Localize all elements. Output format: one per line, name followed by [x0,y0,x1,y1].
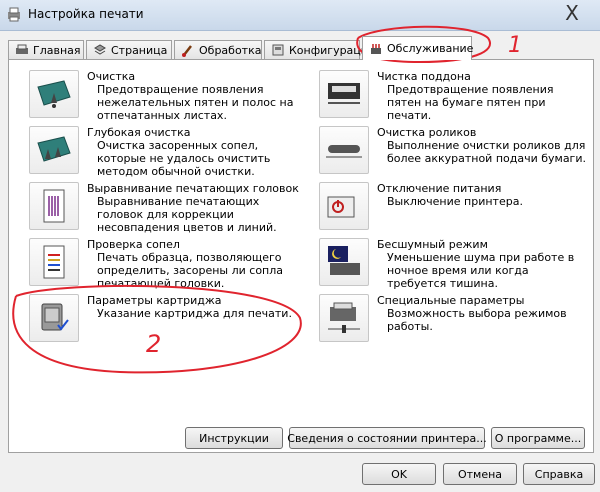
printer-status-button[interactable]: Сведения о состоянии принтера... [287,427,487,449]
tab-maintenance[interactable]: Обслуживание [362,36,474,60]
item-description: Выравнивание печатающих головок для корр… [97,195,277,234]
item-description: Выключение принтера. [387,195,523,208]
power-off-icon [327,196,355,218]
item-description: Печать образца, позволяющего определить,… [97,251,284,290]
cancel-button[interactable]: Отмена [443,463,517,485]
ok-button[interactable]: OK [362,463,436,485]
roller-cleaning-button[interactable] [319,126,369,174]
quiet-mode-button[interactable] [319,238,369,286]
item-title: Очистка [87,70,136,83]
item-description: Очистка засоренных сопел, которые не уда… [97,139,271,178]
close-button[interactable]: X [550,2,594,24]
maintenance-panel: Очистка Предотвращение появления нежелат… [8,59,594,453]
config-tab-icon [272,44,284,56]
item-description: Предотвращение появления пятен на бумаге… [387,83,554,122]
item-description: Предотвращение появления нежелательных п… [97,83,294,122]
tray-cleaning-icon [328,83,360,104]
item-deep-cleaning: Глубокая очистка Очистка засоренных сопе… [29,126,291,178]
custom-settings-icon [328,302,360,333]
item-description: Возможность выбора режимов работы. [387,307,567,333]
tab-page[interactable]: Страница [86,40,172,59]
window-title: Настройка печати [28,7,144,21]
printer-app-icon [8,7,20,22]
item-title: Параметры картриджа [87,294,222,307]
nozzle-check-button[interactable] [29,238,79,286]
power-off-button[interactable] [319,182,369,230]
main-tab-icon [16,44,28,54]
processing-tab-icon [182,45,192,57]
tab-label: Страница [111,43,168,57]
page-tab-icon [94,44,106,55]
cleaning-icon [37,80,71,108]
deep-cleaning-button[interactable] [29,126,79,174]
roller-cleaning-icon [326,145,362,158]
item-tray-cleaning: Чистка поддона Предотвращение появления … [319,70,581,122]
tab-main[interactable]: Главная [8,40,84,59]
item-title: Глубокая очистка [87,126,191,139]
instructions-button[interactable]: Инструкции [185,427,283,449]
cartridge-settings-button[interactable] [29,294,79,342]
about-button[interactable]: О программе... [491,427,585,449]
item-description: Выполнение очистки роликов для более акк… [387,139,586,165]
item-title: Специальные параметры [377,294,525,307]
item-title: Чистка поддона [377,70,471,83]
head-alignment-button[interactable] [29,182,79,230]
item-title: Очистка роликов [377,126,477,139]
help-button[interactable]: Справка [523,463,595,485]
item-head-alignment: Выравнивание печатающих головок Выравнив… [29,182,299,234]
item-quiet-mode: Бесшумный режим Уменьшение шума при рабо… [319,238,581,290]
cartridge-settings-icon [41,303,69,331]
item-description: Уменьшение шума при работе в ночное врем… [387,251,575,290]
item-title: Бесшумный режим [377,238,488,251]
item-title: Отключение питания [377,182,502,195]
item-custom-settings: Специальные параметры Возможность выбора… [319,294,581,346]
item-power-off: Отключение питания Выключение принтера. [319,182,581,234]
item-roller-cleaning: Очистка роликов Выполнение очистки ролик… [319,126,586,178]
tab-strip: Главная Страница Обработка Конфигурации … [8,36,594,60]
tab-label: Обслуживание [387,42,474,55]
tab-label: Главная [33,43,81,57]
custom-settings-button[interactable] [319,294,369,342]
item-nozzle-check: Проверка сопел Печать образца, позволяющ… [29,238,291,290]
tab-config[interactable]: Конфигурации [264,40,375,59]
tab-label: Обработка [199,43,262,57]
tab-processing[interactable]: Обработка [174,40,262,59]
item-cartridge-settings: Параметры картриджа Указание картриджа д… [29,294,292,346]
tray-cleaning-button[interactable] [319,70,369,118]
item-cleaning: Очистка Предотвращение появления нежелат… [29,70,293,122]
quiet-mode-icon [328,246,360,275]
item-title: Проверка сопел [87,238,180,251]
item-title: Выравнивание печатающих головок [87,182,299,195]
title-bar: Настройка печати X [0,0,600,31]
deep-cleaning-icon [37,136,71,162]
head-alignment-icon [43,189,65,223]
cleaning-button[interactable] [29,70,79,118]
maintenance-tab-icon [371,43,381,54]
item-description: Указание картриджа для печати. [97,307,292,320]
nozzle-check-icon [43,245,65,279]
